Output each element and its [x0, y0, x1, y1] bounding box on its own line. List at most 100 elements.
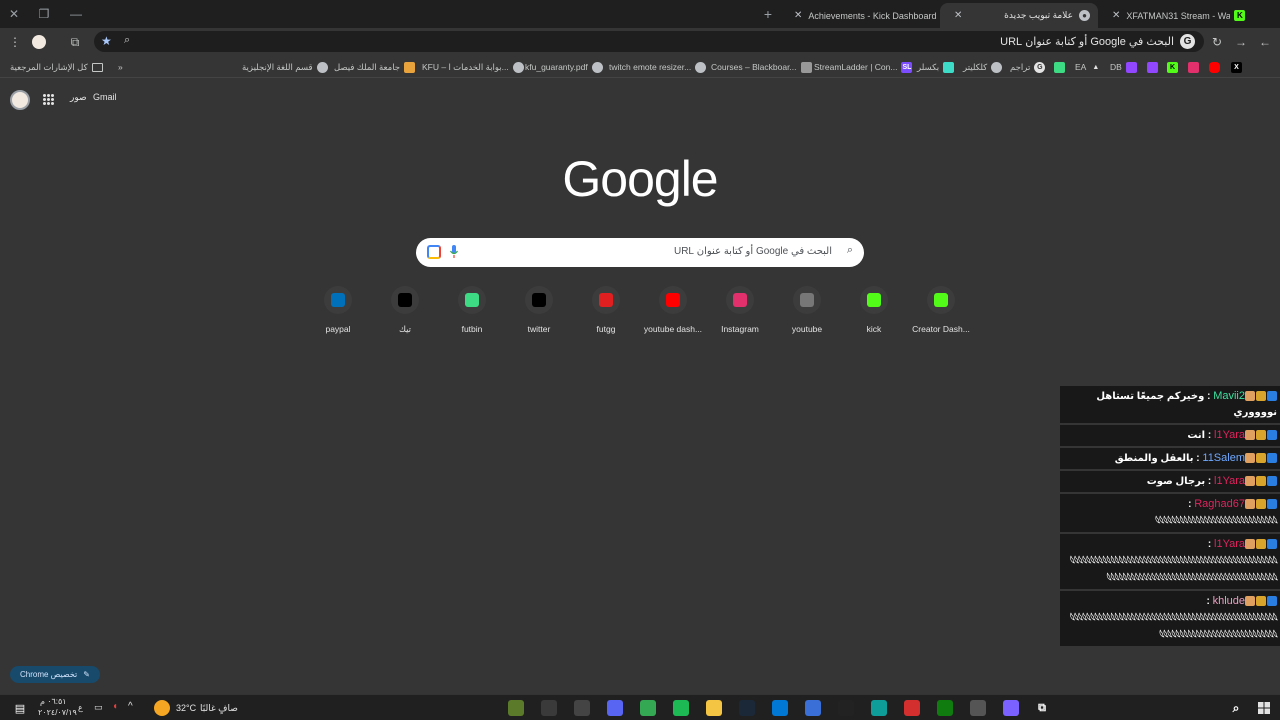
tab-xfatman-stream[interactable]: ✕ XFATMAN31 Stream - Watch Live K: [1098, 3, 1256, 28]
copilot-icon[interactable]: [1003, 700, 1019, 716]
app-icon[interactable]: [541, 700, 557, 716]
account-avatar[interactable]: [10, 90, 30, 110]
clock-date[interactable]: ٢٠٢٤/٠٧/١٩: [38, 708, 77, 717]
customize-chrome-button[interactable]: ✎ تخصيص Chrome: [10, 666, 100, 683]
chat-username[interactable]: l1Yara: [1214, 429, 1245, 441]
xbox-icon[interactable]: [937, 700, 953, 716]
bookmark-pixlr[interactable]: بكسلر: [917, 60, 955, 74]
bookmark-streamladder[interactable]: StreamLadder | Con... SL: [814, 60, 913, 74]
reload-icon[interactable]: ↻: [1208, 33, 1226, 51]
more-bookmarks-icon[interactable]: »: [118, 60, 123, 74]
close-tab-icon[interactable]: ✕: [954, 10, 962, 21]
bookmark-kick[interactable]: K: [1167, 60, 1178, 74]
weather-condition[interactable]: صافٍ غالبًا: [200, 703, 238, 714]
chat-username[interactable]: 11Salem: [1202, 452, 1245, 464]
chat-username[interactable]: l1Yara: [1214, 538, 1245, 550]
close-tab-icon[interactable]: ✕: [794, 10, 802, 21]
bookmark-label: kfu_guaranty.pdf: [525, 62, 588, 72]
rockstar-icon[interactable]: [904, 700, 920, 716]
shortcut-tile[interactable]: youtube: [775, 286, 839, 334]
extensions-icon[interactable]: ⧉: [66, 33, 84, 51]
minimize-window-icon[interactable]: —: [66, 4, 86, 24]
folder-icon[interactable]: [706, 700, 722, 716]
shortcut-tile[interactable]: paypal: [306, 286, 370, 334]
shortcut-tile[interactable]: youtube dash...: [641, 286, 705, 334]
shortcut-tile[interactable]: twitter: [507, 286, 571, 334]
capcut-icon[interactable]: [838, 700, 854, 716]
bookmark-x[interactable]: X: [1231, 60, 1242, 74]
new-tab-button[interactable]: +: [758, 4, 778, 24]
google-lens-icon[interactable]: [427, 245, 441, 259]
chat-username[interactable]: l1Yara: [1214, 475, 1245, 487]
start-button[interactable]: [1256, 700, 1272, 716]
tab-kick-dashboard[interactable]: ✕ Achievements - Kick Dashboard K: [780, 3, 940, 28]
back-icon[interactable]: ←: [1256, 33, 1274, 51]
restore-window-icon[interactable]: ❐: [34, 4, 54, 24]
bookmark-youtube[interactable]: [1209, 60, 1220, 74]
minecraft-icon[interactable]: [508, 700, 524, 716]
bookmark-english-dept[interactable]: قسم اللغة الإنجليزية: [242, 60, 328, 74]
notifications-icon[interactable]: ▤: [12, 700, 28, 716]
futbin-icon: [465, 293, 479, 307]
shortcut-label: futgg: [596, 324, 616, 334]
store-icon[interactable]: [805, 700, 821, 716]
voice-search-icon[interactable]: [449, 244, 459, 260]
bookmark-kfu-guaranty[interactable]: kfu_guaranty.pdf: [525, 60, 603, 74]
outlook-icon[interactable]: [772, 700, 788, 716]
spotify-icon[interactable]: [673, 700, 689, 716]
tab-new-tab[interactable]: ✕ علامة تبويب جديدة ●: [940, 3, 1098, 28]
clock-time[interactable]: ٠٦:٥١ م: [40, 697, 67, 706]
steam-icon[interactable]: [739, 700, 755, 716]
bookmark-calculator[interactable]: كلكليتر: [963, 60, 1003, 74]
bookmark-star-icon[interactable]: ★: [101, 34, 112, 48]
youtube-icon: [1209, 61, 1220, 73]
chat-username[interactable]: khlude: [1213, 595, 1245, 607]
edge-icon[interactable]: [871, 700, 887, 716]
chrome-icon[interactable]: [640, 700, 656, 716]
bookmark-twitch[interactable]: [1147, 60, 1158, 74]
search-box[interactable]: البحث في Google أو كتابة عنوان URL ⌕: [416, 238, 864, 267]
shortcut-tile[interactable]: futgg: [574, 286, 638, 334]
show-hidden-icons[interactable]: ^: [128, 701, 133, 712]
settings-icon[interactable]: [970, 700, 986, 716]
menu-icon[interactable]: ⋮: [6, 33, 24, 51]
weather-icon[interactable]: [154, 700, 170, 716]
shortcut-tile[interactable]: kick: [842, 286, 906, 334]
all-bookmarks-button[interactable]: كل الإشارات المرجعية: [10, 60, 103, 74]
bookmark-blackboard[interactable]: Courses – Blackboar...: [711, 60, 812, 74]
shortcut-tile[interactable]: تيك: [373, 286, 437, 335]
gmail-link[interactable]: Gmail: [93, 92, 117, 102]
bookmark-translate[interactable]: تراجم G: [1010, 60, 1046, 74]
close-window-icon[interactable]: ✕: [4, 4, 24, 24]
shortcut-tile[interactable]: Instagram: [708, 286, 772, 334]
google-apps-icon[interactable]: [43, 94, 54, 105]
task-view-icon[interactable]: ⧉: [1034, 700, 1050, 716]
obs-icon[interactable]: [574, 700, 590, 716]
bookmark-kfu-services[interactable]: KFU – بوابة الخدمات ا...: [422, 60, 524, 74]
monitor-icon[interactable]: ▭: [94, 702, 103, 713]
shortcut-tile[interactable]: futbin: [440, 286, 504, 334]
shortcut-tile[interactable]: Creator Dash...: [909, 286, 973, 334]
bookmark-ea[interactable]: EA ▲: [1075, 60, 1101, 74]
weather-temperature[interactable]: 32°C: [176, 703, 196, 713]
bookmark-kfu[interactable]: جامعة الملك فيصل: [334, 60, 416, 74]
chat-badges-icon: [1245, 453, 1277, 464]
discord-icon[interactable]: [607, 700, 623, 716]
bookmark-label: KFU – بوابة الخدمات ا...: [422, 61, 509, 72]
images-link[interactable]: صور: [70, 92, 87, 103]
bookmark-db[interactable]: DB: [1110, 60, 1137, 74]
bookmark-instagram[interactable]: [1188, 60, 1199, 74]
chat-message: l1Yara : انت: [1060, 425, 1280, 446]
bookmark-futbin[interactable]: [1054, 60, 1065, 74]
forward-icon[interactable]: →: [1232, 33, 1250, 51]
input-language[interactable]: ع: [78, 703, 83, 712]
chat-username[interactable]: Raghad67: [1194, 498, 1245, 510]
address-bar[interactable]: ★ ⌕ البحث في Google أو كتابة عنوان URL G: [94, 31, 1204, 52]
zoom-search-icon[interactable]: ⌕: [124, 34, 130, 47]
close-tab-icon[interactable]: ✕: [1112, 10, 1120, 21]
volume-muted-icon[interactable]: ◖: [112, 701, 118, 712]
taskbar-search-icon[interactable]: ⌕: [1228, 700, 1244, 716]
bookmark-twitch-resizer[interactable]: twitch emote resizer...: [609, 60, 707, 74]
chat-username[interactable]: Mavii2: [1213, 390, 1245, 402]
profile-avatar[interactable]: [30, 33, 48, 51]
